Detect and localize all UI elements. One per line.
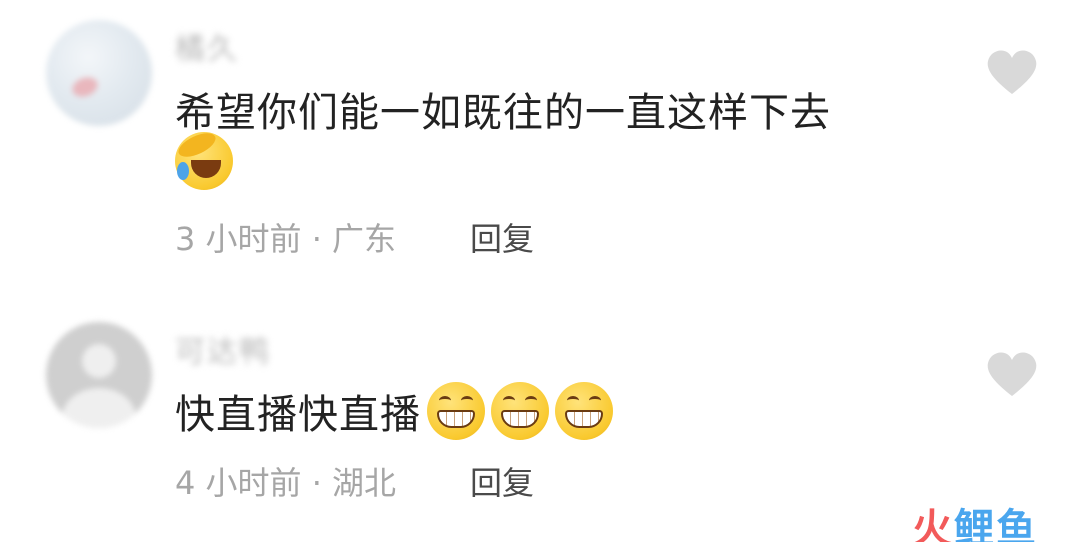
heart-icon[interactable] — [986, 48, 1038, 96]
default-avatar-head — [82, 344, 116, 378]
watermark: 火鲤鱼 — [912, 496, 1038, 542]
comment-text: 希望你们能一如既往的一直这样下去 — [175, 90, 831, 136]
comment-text-row: 快直播快直播 — [175, 382, 613, 440]
watermark-part2: 鲤鱼 — [954, 506, 1038, 542]
reply-button[interactable]: 回复 — [470, 214, 534, 260]
grinning-emoji-icon — [427, 382, 485, 440]
laughing-crying-emoji-icon — [175, 128, 233, 190]
comment-meta: 4 小时前 · 湖北 — [175, 464, 397, 502]
comment-meta: 3 小时前 · 广东 — [175, 220, 397, 258]
avatar[interactable] — [46, 322, 152, 428]
comment-list: 橘久 希望你们能一如既往的一直这样下去 3 小时前 · 广东 回复 可达鸭 快直… — [0, 0, 1080, 542]
comment-item: 可达鸭 快直播快直播 4 小时前 · 湖北 回复 — [0, 300, 1080, 520]
grinning-emoji-icon — [491, 382, 549, 440]
avatar[interactable] — [46, 20, 152, 126]
username[interactable]: 橘久 — [175, 24, 239, 68]
username[interactable]: 可达鸭 — [175, 327, 271, 371]
reply-button[interactable]: 回复 — [470, 458, 534, 504]
comment-text: 快直播快直播 — [175, 392, 421, 438]
default-avatar-body — [62, 388, 136, 428]
heart-icon[interactable] — [986, 350, 1038, 398]
comment-item: 橘久 希望你们能一如既往的一直这样下去 3 小时前 · 广东 回复 — [0, 0, 1080, 290]
watermark-part1: 火 — [912, 506, 954, 542]
grinning-emoji-icon — [555, 382, 613, 440]
avatar-flower-decoration — [69, 74, 101, 100]
